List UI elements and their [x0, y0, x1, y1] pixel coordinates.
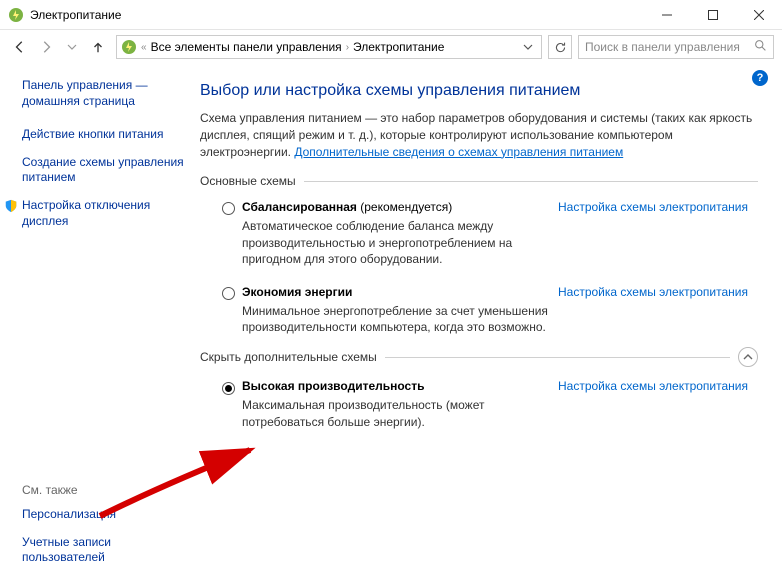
back-button[interactable]	[8, 35, 32, 59]
close-button[interactable]	[736, 0, 782, 30]
sidebar-item-display-off[interactable]: Настройка отключения дисплея	[22, 198, 190, 229]
titlebar: Электропитание	[0, 0, 782, 30]
main-content: ? Выбор или настройка схемы управления п…	[200, 64, 782, 588]
plan-saver: Экономия энергии Минимальное энергопотре…	[200, 279, 758, 347]
section-extra-header: Скрыть дополнительные схемы	[200, 347, 758, 367]
search-icon[interactable]	[754, 39, 767, 55]
recent-dropdown[interactable]	[60, 35, 84, 59]
shield-icon	[4, 199, 18, 213]
plan-saver-desc: Минимальное энергопотребление за счет ум…	[242, 303, 548, 335]
sidebar-item-create-plan[interactable]: Создание схемы управления питанием	[22, 155, 190, 186]
config-link-high[interactable]: Настройка схемы электропитания	[558, 379, 748, 393]
plan-balanced-name[interactable]: Сбалансированная (рекомендуется)	[242, 200, 548, 214]
nav-row: « Все элементы панели управления › Элект…	[0, 30, 782, 64]
address-dropdown[interactable]	[519, 36, 537, 58]
breadcrumb-current[interactable]: Электропитание	[353, 40, 444, 54]
search-input[interactable]	[585, 40, 750, 54]
window-controls	[644, 0, 782, 29]
power-options-icon	[8, 7, 24, 23]
config-link-balanced[interactable]: Настройка схемы электропитания	[558, 200, 748, 214]
page-description: Схема управления питанием — это набор па…	[200, 110, 758, 160]
help-icon[interactable]: ?	[752, 70, 768, 86]
window-title: Электропитание	[30, 8, 644, 22]
section-basic-label: Основные схемы	[200, 174, 296, 188]
radio-balanced[interactable]	[222, 202, 235, 215]
sidebar: Панель управления — домашняя страница Де…	[0, 64, 200, 588]
section-basic-header: Основные схемы	[200, 174, 758, 188]
plan-balanced-desc: Автоматическое соблюдение баланса между …	[242, 218, 548, 267]
plan-high-name[interactable]: Высокая производительность	[242, 379, 548, 393]
breadcrumb-root[interactable]: Все элементы панели управления	[151, 40, 342, 54]
plan-high-desc: Максимальная производительность (может п…	[242, 397, 548, 429]
power-options-icon	[121, 39, 137, 55]
sidebar-item-label: Настройка отключения дисплея	[22, 198, 150, 228]
see-also-heading: См. также	[22, 483, 190, 497]
collapse-icon[interactable]	[738, 347, 758, 367]
see-also-personalization[interactable]: Персонализация	[22, 507, 190, 523]
plan-high-performance: Высокая производительность Максимальная …	[200, 373, 758, 441]
refresh-button[interactable]	[548, 35, 572, 59]
plan-saver-name[interactable]: Экономия энергии	[242, 285, 548, 299]
breadcrumb-prefix: «	[141, 42, 147, 53]
config-link-saver[interactable]: Настройка схемы электропитания	[558, 285, 748, 299]
minimize-button[interactable]	[644, 0, 690, 30]
radio-saver[interactable]	[222, 287, 235, 300]
learn-more-link[interactable]: Дополнительные сведения о схемах управле…	[294, 145, 623, 159]
address-bar[interactable]: « Все элементы панели управления › Элект…	[116, 35, 542, 59]
search-box[interactable]	[578, 35, 774, 59]
up-button[interactable]	[86, 35, 110, 59]
page-title: Выбор или настройка схемы управления пит…	[200, 82, 758, 100]
plan-balanced: Сбалансированная (рекомендуется) Автомат…	[200, 194, 758, 279]
sidebar-item-button-action[interactable]: Действие кнопки питания	[22, 127, 190, 143]
sidebar-home-link[interactable]: Панель управления — домашняя страница	[22, 78, 190, 109]
radio-high-performance[interactable]	[222, 382, 235, 395]
see-also-user-accounts[interactable]: Учетные записи пользователей	[22, 535, 190, 566]
section-extra-label[interactable]: Скрыть дополнительные схемы	[200, 350, 377, 364]
forward-button[interactable]	[34, 35, 58, 59]
chevron-right-icon: ›	[346, 42, 349, 53]
maximize-button[interactable]	[690, 0, 736, 30]
